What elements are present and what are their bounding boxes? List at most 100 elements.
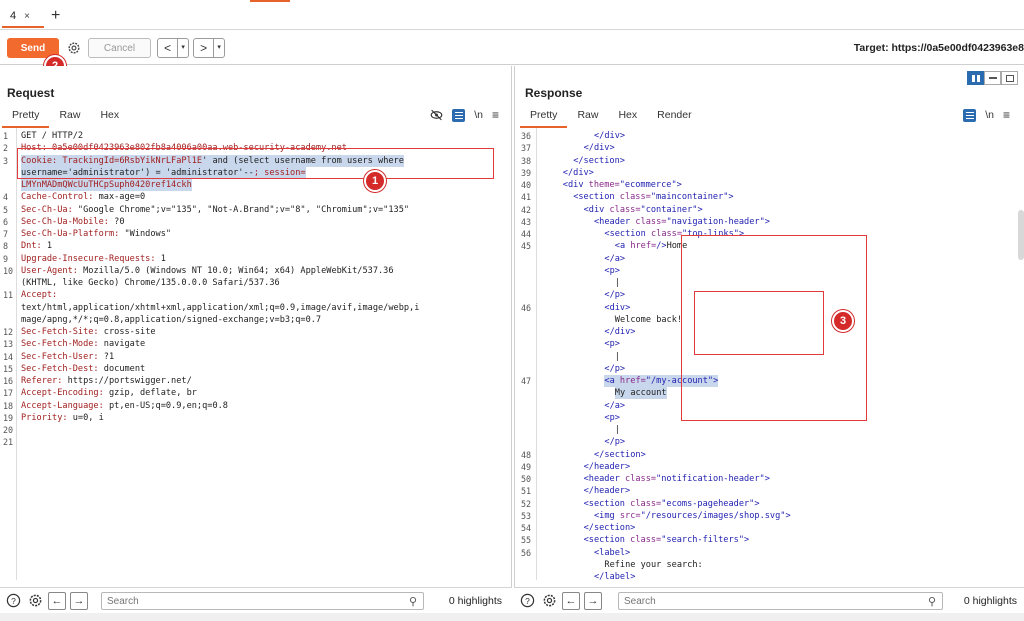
close-icon[interactable]: × [24,11,30,22]
line-number: 17 [3,388,14,399]
code-line: username='administrator') = 'administrat… [21,166,306,179]
help-icon[interactable]: ? [4,592,22,610]
add-tab-icon[interactable]: + [51,6,60,26]
line-number: 6 [3,216,9,227]
line-number: 13 [3,339,14,350]
line-number: 12 [3,327,14,337]
code-token: Mozilla/5.0 (Windows NT 10.0; Win64; x64… [83,265,394,276]
code-token: ?1 [103,351,115,362]
eye-slash-icon[interactable] [430,109,443,121]
code-token: "Windows" [124,229,172,239]
gear-icon[interactable] [540,592,558,610]
code-token: Cache-Control: [21,192,99,203]
request-editor[interactable]: 1 GET / HTTP/2 2 Host: 0a5e00df0423963e802f… [0,128,511,580]
split-horizontal-icon[interactable] [984,71,1001,85]
code-token: "maincontainer" [650,192,729,203]
code-token: </div> [562,167,594,178]
layout-toggle [967,71,1018,85]
code-token: <section [573,192,620,203]
code-token: My account [614,388,667,399]
request-view-tabs: Pretty Raw Hex [2,106,129,128]
code-line: Accept-Encoding: gzip, deflate, br [21,387,197,399]
line-number: 52 [521,498,532,509]
code-token: cross-site [103,327,156,337]
pretty-print-icon[interactable] [452,108,466,122]
code-token: > [728,192,734,203]
tab-pretty[interactable]: Pretty [520,106,568,128]
line-number: 7 [3,229,9,239]
line-number: 15 [3,363,14,374]
code-line: <section class="maincontainer"> [573,191,733,203]
code-token: GET / HTTP/2 [21,131,84,141]
code-line: </div> [584,142,615,154]
target-url[interactable]: Target: https://0a5e00df0423963e8 [854,42,1024,54]
search-input[interactable] [107,595,392,607]
line-number: 54 [521,523,532,533]
code-token: > [697,204,703,215]
code-line: </div> [604,326,635,338]
code-line: <header class="notification-header"> [584,473,770,485]
tab-render[interactable]: Render [647,106,701,128]
response-editor[interactable]: 36 </div> 37 </div> 38 </section> 39 </div> 40 <d… [515,128,1024,580]
newline-toggle[interactable]: \n [985,109,994,121]
arrow-right-icon[interactable]: → [584,591,602,610]
tab-pretty[interactable]: Pretty [2,106,50,128]
code-token: User-Agent: [21,265,84,276]
tab-hex[interactable]: Hex [90,106,129,128]
pretty-print-icon[interactable] [963,108,977,122]
arrow-left-icon[interactable]: ← [562,591,580,610]
code-line: Referer: https://portswigger.net/ [21,375,192,387]
help-icon[interactable]: ? [518,592,536,610]
code-token: </header> [583,486,631,497]
code-line: </section> [584,522,636,534]
newline-toggle[interactable]: \n [474,109,483,121]
code-token: <p> [604,412,620,423]
code-token: "notification-header" [656,474,765,484]
chevron-down-icon[interactable]: ▾ [213,39,224,57]
forward-button[interactable]: > ▾ [193,38,225,58]
split-vertical-icon[interactable] [967,71,984,85]
code-token: <div [562,180,589,190]
response-view-tools: \n ≡ [963,108,1010,122]
code-token: href= [619,376,646,386]
search-input[interactable] [624,595,911,607]
code-token: "search-filters" [661,535,745,546]
code-token: ' and (select username from users where [202,155,404,166]
tab-hex[interactable]: Hex [608,106,647,128]
line-number: 43 [521,216,532,227]
tab-raw[interactable]: Raw [49,106,90,128]
menu-icon[interactable]: ≡ [492,108,499,122]
back-button[interactable]: < ▾ [157,38,189,58]
response-panel: Response Pretty Raw Hex Render \n ≡ 36 </div… [514,66,1024,587]
code-token: "Google Chrome";v="135", "Not-A.Brand";v… [77,204,410,215]
code-token: Referer: [21,376,68,386]
repeater-tab-4[interactable]: 4 × [2,6,44,28]
line-number: 18 [3,400,14,411]
line-number: 16 [3,376,14,386]
arrow-right-icon[interactable]: → [70,591,88,610]
single-pane-icon[interactable] [1001,71,1018,85]
tab-raw[interactable]: Raw [567,106,608,128]
cancel-button[interactable]: Cancel [88,38,151,58]
code-line: User-Agent: Mozilla/5.0 (Windows NT 10.0… [21,265,394,277]
code-line: mage/apng,*/*;q=0.8,application/signed-e… [21,314,321,326]
code-token: 1 [46,241,53,252]
code-line: LMYnMADmQWcUuTHCpSuph0420ref14ckh [21,179,192,191]
scrollbar[interactable] [1018,210,1024,260]
gear-icon[interactable] [65,38,83,58]
arrow-left-icon[interactable]: ← [48,591,66,610]
menu-icon[interactable]: ≡ [1003,108,1010,122]
code-token: ?0 [114,216,125,227]
chevron-down-icon[interactable]: ▾ [177,39,188,57]
code-token: <section [583,498,631,509]
response-search-field[interactable]: ⚲ [618,592,943,610]
line-number: 20 [3,425,14,435]
code-line: Sec-Ch-Ua: "Google Chrome";v="135", "Not… [21,204,409,216]
code-token: "container" [640,204,698,215]
line-number: 1 [3,131,9,141]
gear-icon[interactable] [26,592,44,610]
line-number: 36 [521,131,532,141]
toolbar: Send Cancel < ▾ > ▾ Target: https://0a5e… [0,30,1024,65]
response-title: Response [525,86,583,100]
request-search-field[interactable]: ⚲ [101,592,424,610]
